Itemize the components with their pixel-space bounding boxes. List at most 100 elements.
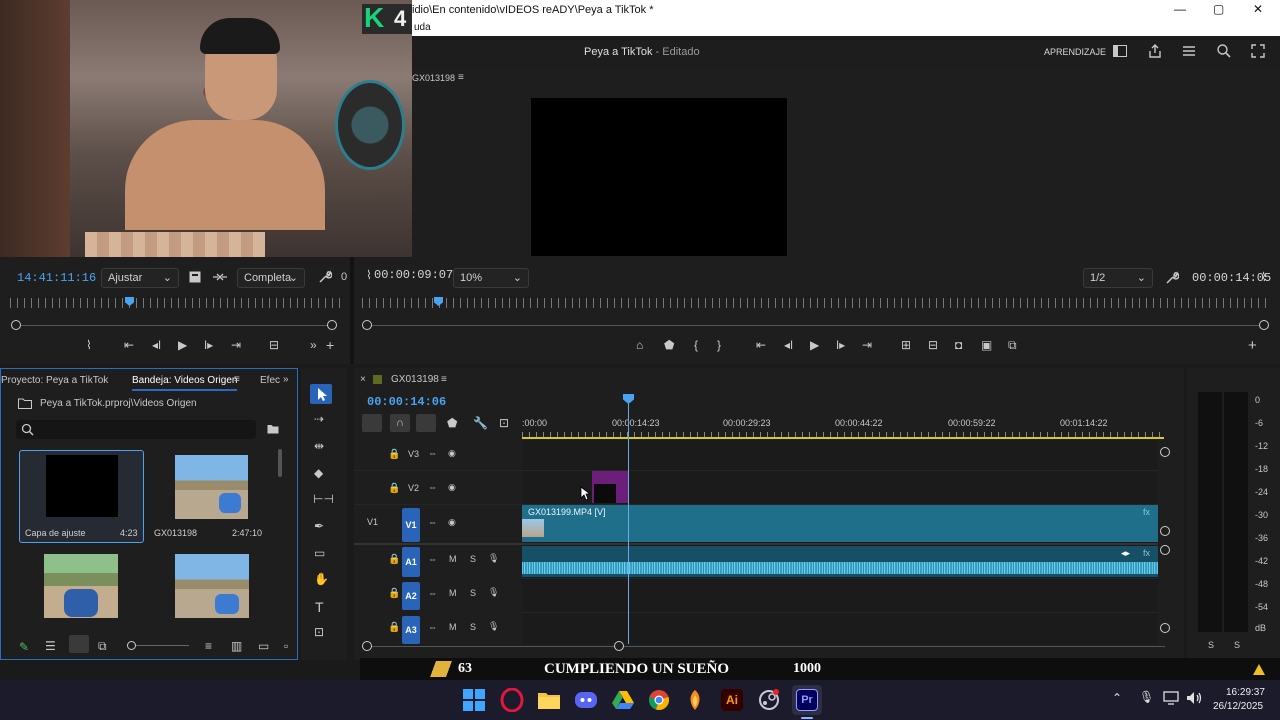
mark-in-icon[interactable]: { [694,338,698,352]
microphone-icon[interactable]: 🎙 [488,587,499,598]
eye-icon[interactable]: ◉ [448,448,456,459]
more-controls-icon[interactable]: » [310,338,317,352]
slip-tool-icon[interactable]: ⊢⊣ [313,492,334,506]
lock-icon[interactable]: 🔒 [388,449,400,460]
eye-icon[interactable]: ◉ [448,517,456,528]
program-time-ruler[interactable] [362,298,1270,308]
sync-lock-icon[interactable]: ⇔ [428,622,437,632]
eye-icon[interactable]: ◉ [448,482,456,493]
program-timecode-out[interactable]: 00:00:14:05 [1192,271,1271,285]
taskbar-time[interactable]: 16:29:37 [1226,687,1265,698]
automate-sequence-icon[interactable]: ▥ [231,639,242,653]
adjustment-layer-clip[interactable] [592,471,628,503]
new-bin-icon[interactable] [267,424,279,434]
insert-icon[interactable]: ⊟ [269,338,279,352]
extract-icon[interactable]: ⊟ [928,338,938,352]
add-button-icon[interactable]: + [326,337,334,353]
razor-tool-icon[interactable]: ◆ [314,466,323,480]
scroll-handle-left[interactable] [362,641,372,651]
new-bin-icon[interactable]: ▭ [258,639,269,653]
program-zoom-handle-left[interactable] [362,320,372,330]
sync-lock-icon[interactable]: ⇔ [428,554,437,564]
more-tabs-icon[interactable]: » [283,374,289,385]
safe-margins-icon[interactable] [189,271,201,283]
play-icon[interactable]: ▶ [178,338,187,352]
mute-button[interactable]: M [449,588,457,598]
program-settings-wrench-icon[interactable] [1165,271,1179,285]
vr-video-icon[interactable]: ⧉ [1008,338,1017,353]
mute-button[interactable]: M [449,622,457,632]
solo-button[interactable]: S [470,554,476,564]
source-zoom-handle-left[interactable] [11,320,21,330]
lift-edit-icon[interactable]: ⊞ [901,338,911,352]
video-thumbnail[interactable] [175,554,249,618]
rectangle-tool-icon[interactable]: ▭ [314,546,325,560]
type-tool-icon[interactable]: T [315,599,324,615]
add-marker-icon[interactable]: ⬟ [447,416,457,430]
timeline-playhead-handle[interactable] [623,394,634,404]
tab-project[interactable]: Proyecto: Peya a TikTok [1,375,108,386]
lock-icon[interactable]: 🔒 [388,588,400,599]
step-back-icon[interactable]: ◂ǀ [152,338,161,352]
lock-icon[interactable]: 🔒 [388,554,400,565]
illustrator-icon[interactable]: Ai [721,689,743,711]
scrollbar-thumb[interactable] [278,449,282,477]
audio-zoom-handle[interactable] [1160,623,1170,633]
track-select-tool-icon[interactable]: ⇢ [314,412,324,426]
add-button-icon[interactable]: + [1248,337,1257,354]
search-input[interactable] [16,420,256,439]
source-zoom-handle-right[interactable] [327,320,337,330]
go-to-out-icon[interactable]: ⇥ [231,338,241,352]
hand-tool-icon[interactable]: ✋ [314,572,329,586]
minimize-button[interactable]: — [1174,2,1186,16]
step-back-icon[interactable]: ◂ǀ [784,338,793,352]
media-item[interactable]: GX013198 2:47:10 [150,450,275,543]
pencil-icon[interactable]: ✎ [19,640,29,654]
comparison-view-icon[interactable]: ▣ [981,338,992,352]
program-zoom-bar[interactable] [367,325,1265,326]
video-zoom-handle[interactable] [1160,526,1170,536]
captions-icon[interactable]: ⊡ [499,416,509,430]
maximize-button[interactable]: ▢ [1213,2,1224,16]
program-panel-menu-icon[interactable]: ≡ [458,72,464,83]
timeline-ruler[interactable]: :00:00 00:00:14:23 00:00:29:23 00:00:44:… [522,410,1164,440]
solo-left-button[interactable]: S [1208,640,1214,650]
go-to-in-icon[interactable]: ⇤ [756,338,766,352]
new-item-icon[interactable]: ▫ [284,639,288,653]
audio-zoom-handle[interactable] [1160,545,1170,555]
track-target-a3[interactable]: A3 [402,616,420,644]
warning-icon[interactable] [1253,664,1265,675]
sync-lock-icon[interactable]: ⇔ [428,588,437,598]
menu-item-help[interactable]: uda [414,22,431,33]
google-drive-icon[interactable] [611,689,635,711]
step-forward-icon[interactable]: ǀ▸ [836,338,845,352]
program-zoom-handle-right[interactable] [1259,320,1269,330]
work-area-bar[interactable] [522,437,1164,439]
list-view-icon[interactable]: ☰ [45,639,56,653]
snap-magnet-icon[interactable]: ∩ [390,414,410,432]
linked-selection-icon[interactable] [416,414,436,432]
program-video-frame[interactable] [531,98,787,256]
sync-lock-icon[interactable]: ⇔ [428,448,437,458]
freeform-view-icon[interactable]: ⧉ [98,639,107,654]
tab-bin[interactable]: Bandeja: Videos Origen [132,375,238,391]
lock-icon[interactable]: 🔒 [388,622,400,633]
mark-in-icon[interactable]: ⌇ [86,338,92,352]
thumbnail-size-slider[interactable] [129,645,189,646]
fullscreen-icon[interactable] [1251,44,1265,58]
timeline-playhead-line[interactable] [628,396,629,644]
microphone-icon[interactable]: 🎙 [488,621,499,632]
search-icon[interactable] [1216,43,1232,59]
solo-button[interactable]: S [470,588,476,598]
panel-toggle-icon[interactable] [1113,45,1127,57]
go-to-out-icon[interactable]: ⇥ [862,338,872,352]
chevron-up-icon[interactable]: ⌃ [1112,691,1122,705]
close-button[interactable]: ✕ [1253,2,1263,16]
discord-icon[interactable] [574,689,598,711]
opera-icon[interactable] [500,688,524,712]
caption-tool-icon[interactable]: ⊡ [314,625,324,639]
go-to-in-icon[interactable]: ⇤ [124,338,134,352]
solo-button[interactable]: S [470,622,476,632]
lift-icon[interactable]: ⌂ [636,338,643,352]
source-zoom-bar[interactable] [16,325,332,326]
